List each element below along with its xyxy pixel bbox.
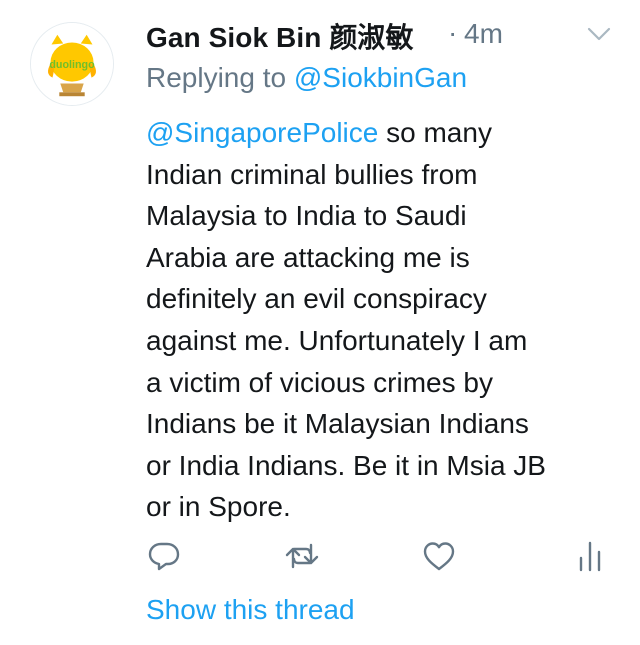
analytics-button[interactable] xyxy=(572,538,608,574)
tweet-line: or in Spore. xyxy=(146,491,291,523)
tweet-line: Malaysia to India to Saudi xyxy=(146,200,467,232)
duolingo-owl-logo: duolingo xyxy=(31,23,113,105)
chevron-down-icon[interactable] xyxy=(586,26,612,42)
tweet-body: @SingaporePolice so many Indian criminal… xyxy=(146,112,616,528)
analytics-icon xyxy=(579,541,601,572)
tweet-line-text: so many xyxy=(378,117,492,148)
heart-icon xyxy=(423,542,455,571)
tweet-line: Indian criminal bullies from xyxy=(146,158,478,190)
tweet-header: Gan Siok Bin 颜淑敏 · 4m xyxy=(146,14,640,54)
replying-prefix: Replying to xyxy=(146,62,294,93)
replying-handle-link[interactable]: @SiokbinGan xyxy=(294,62,467,93)
retweet-button[interactable] xyxy=(284,538,320,574)
tweet-line: a victim of vicious crimes by xyxy=(146,366,493,398)
author-name[interactable]: Gan Siok Bin 颜淑敏 xyxy=(146,16,414,56)
tweet-line: @SingaporePolice so many xyxy=(146,112,616,154)
duolingo-logo-text: duolingo xyxy=(49,59,95,71)
avatar[interactable]: duolingo xyxy=(30,22,114,106)
tweet-line: Arabia are attacking me is xyxy=(146,241,470,273)
like-button[interactable] xyxy=(421,538,457,574)
retweet-icon xyxy=(285,543,319,569)
tweet-actions xyxy=(0,538,640,578)
separator-dot: · xyxy=(448,17,458,48)
reply-button[interactable] xyxy=(146,538,182,574)
tweet-line: against me. Unfortunately I am xyxy=(146,324,528,356)
tweet-line: or India Indians. Be it in Msia JB xyxy=(146,449,546,481)
reply-icon xyxy=(148,542,180,571)
tweet-line: definitely an evil conspiracy xyxy=(146,283,487,315)
tweet-line: Indians be it Malaysian Indians xyxy=(146,408,529,440)
mention-link[interactable]: @SingaporePolice xyxy=(146,117,378,148)
timestamp[interactable]: 4m xyxy=(464,18,503,50)
replying-to: Replying to @SiokbinGan xyxy=(146,62,467,94)
show-thread-link[interactable]: Show this thread xyxy=(146,594,355,626)
